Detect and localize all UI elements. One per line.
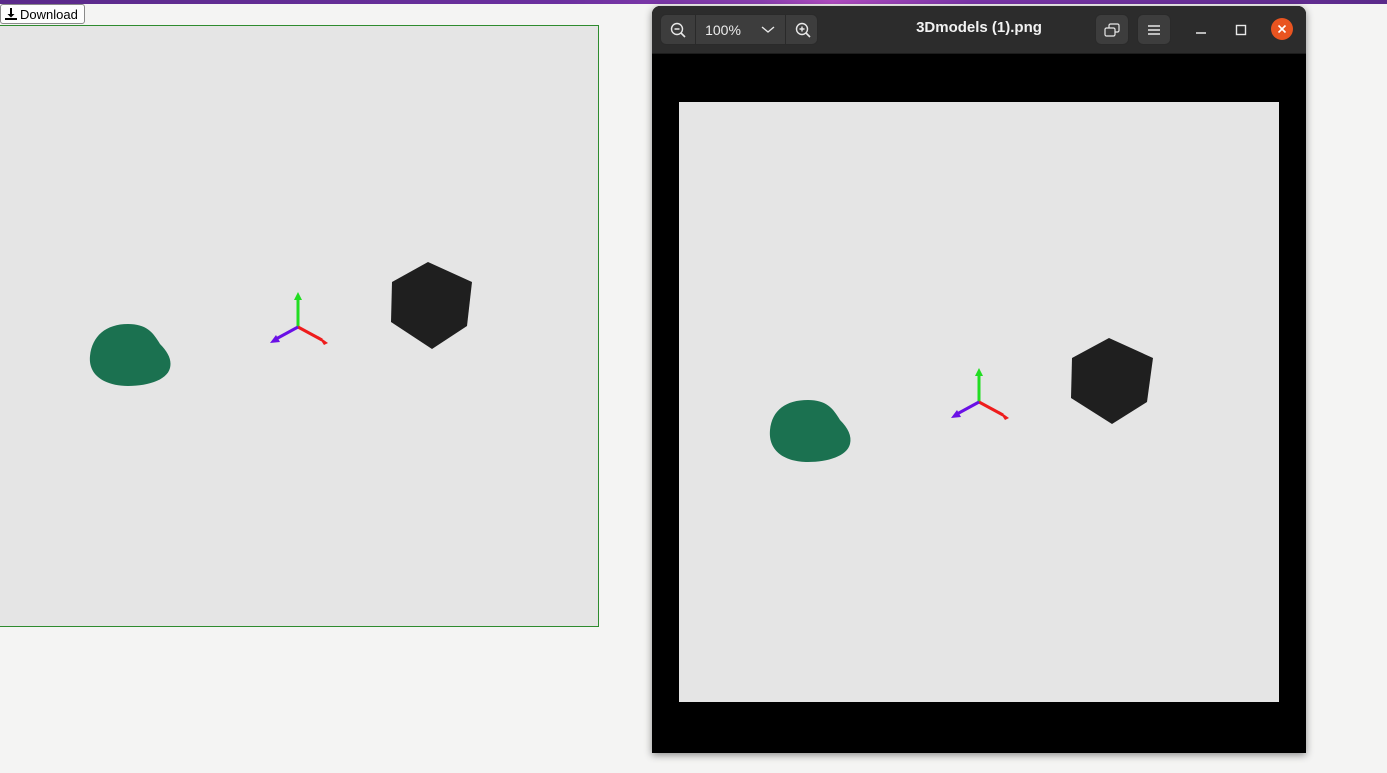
main-menu-button[interactable] [1137, 14, 1171, 45]
viewer-scene [769, 338, 1153, 462]
zoom-controls: 100% [660, 14, 818, 45]
viewer-title: 3Dmodels (1).png [916, 19, 1042, 36]
zoom-menu-button[interactable] [751, 15, 785, 44]
download-icon [5, 8, 17, 20]
close-button[interactable] [1271, 18, 1293, 40]
zoom-out-button[interactable] [661, 15, 696, 44]
image-viewer-window[interactable]: 100% 3Dmodels (1).png [652, 6, 1306, 753]
minimize-button[interactable] [1190, 20, 1212, 40]
zoom-out-icon [670, 22, 686, 38]
viewer-image [679, 102, 1279, 702]
minimize-icon [1196, 32, 1206, 34]
axes-gizmo [270, 292, 328, 345]
render-canvas[interactable] [0, 25, 599, 627]
zoom-level[interactable]: 100% [695, 15, 751, 44]
viewer-cube-model [1071, 338, 1153, 424]
gallery-icon [1104, 22, 1120, 37]
chevron-down-icon [761, 25, 775, 33]
cube-model [391, 262, 472, 349]
maximize-button[interactable] [1230, 20, 1252, 40]
hamburger-menu-icon [1148, 24, 1160, 35]
viewer-header-bar[interactable]: 100% 3Dmodels (1).png [652, 6, 1306, 54]
viewer-axes-gizmo [951, 368, 1009, 420]
top-bar-strip [0, 0, 1387, 4]
download-label: Download [20, 6, 78, 22]
gallery-button[interactable] [1095, 14, 1129, 45]
viewer-cone-model [769, 400, 851, 462]
zoom-in-button[interactable] [785, 15, 817, 44]
close-icon [1277, 24, 1287, 34]
download-button[interactable]: Download [0, 4, 85, 24]
scene-view [89, 262, 472, 386]
zoom-in-icon [795, 22, 811, 38]
cone-model [89, 324, 171, 386]
maximize-icon [1235, 24, 1247, 36]
